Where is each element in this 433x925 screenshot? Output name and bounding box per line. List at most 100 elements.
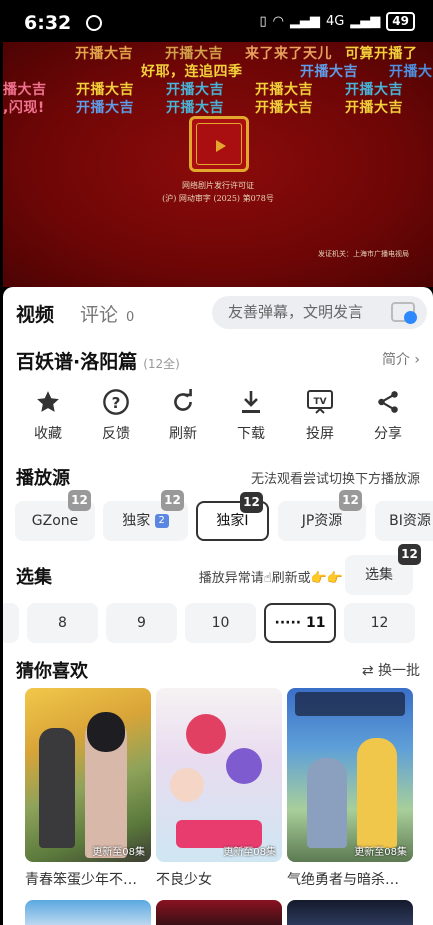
episode-list-label: 选集 bbox=[365, 567, 393, 583]
card-title: 不良少女 bbox=[156, 872, 212, 888]
intro-link[interactable]: 简介 › bbox=[382, 349, 420, 369]
source-chip[interactable]: GZone 12 bbox=[15, 490, 95, 541]
danmaku-comment: 开播大吉 bbox=[389, 64, 433, 80]
source-label: 独家 bbox=[122, 513, 151, 529]
danmaku-comment: 开播大吉 bbox=[165, 46, 223, 62]
episodes-note: 播放异常请☝刷新或👉👉 bbox=[198, 571, 343, 586]
download-label: 下载 bbox=[237, 426, 265, 442]
video-player[interactable]: 开播大吉 开播大吉 来了来了天儿 可算开播了 好耶，连追四季 开播大吉 开播大吉… bbox=[3, 42, 433, 287]
wifi-icon: ◠ bbox=[272, 14, 284, 29]
danmaku-comment: ,闪现! bbox=[3, 100, 45, 116]
refresh-batch-button[interactable]: ⇄ 换一批 bbox=[362, 660, 420, 680]
danmaku-comment: 开播大吉 bbox=[255, 82, 313, 98]
signal-icon: ▂▄▆ bbox=[289, 14, 320, 29]
tab-comment[interactable]: 评论 bbox=[80, 300, 118, 327]
check-icon bbox=[404, 311, 417, 324]
source-badge: 12 bbox=[68, 490, 91, 511]
source-label: JP资源 bbox=[301, 513, 343, 529]
refresh-button[interactable]: 刷新 bbox=[153, 385, 213, 443]
status-time: 6:32 bbox=[24, 12, 72, 34]
recommend-card[interactable]: 更新至08集 不良少女 bbox=[156, 688, 282, 889]
episode-chip[interactable]: 9 bbox=[106, 603, 177, 643]
star-icon bbox=[18, 385, 78, 419]
danmaku-comment: 播大吉 bbox=[3, 82, 47, 98]
danmaku-comment: 开播大吉 bbox=[75, 46, 133, 62]
share-label: 分享 bbox=[374, 426, 402, 442]
danmaku-input[interactable]: 友善弹幕，文明发言 bbox=[212, 296, 427, 329]
episode-chip[interactable]: 8 bbox=[27, 603, 98, 643]
sources-heading: 播放源 bbox=[16, 468, 70, 489]
comment-count: 0 bbox=[126, 310, 135, 325]
danmaku-comment: 开播大吉 bbox=[345, 100, 403, 116]
episodes-heading: 选集 bbox=[16, 567, 52, 588]
vibrate-icon: ▯ bbox=[259, 14, 267, 29]
update-status: 更新至08集 bbox=[354, 847, 407, 858]
danmaku-comment: 开播大吉 bbox=[76, 82, 134, 98]
poster-image[interactable] bbox=[25, 900, 151, 925]
refresh-batch-label: 换一批 bbox=[378, 663, 420, 679]
episode-list-button[interactable]: 选集 12 bbox=[345, 544, 421, 595]
danmaku-comment: 来了来了天儿 bbox=[245, 46, 332, 62]
danmaku-toggle-icon[interactable] bbox=[391, 302, 417, 324]
source-badge: 12 bbox=[161, 490, 184, 511]
recommend-heading: 猜你喜欢 bbox=[16, 661, 88, 682]
cast-label: 投屏 bbox=[306, 426, 334, 442]
tab-bar: 视频 评论 0 bbox=[16, 300, 134, 327]
action-bar: 收藏 ? 反馈 刷新 下载 TV 投屏 分享 bbox=[3, 385, 433, 445]
cast-tv-icon: TV bbox=[290, 385, 350, 419]
danmaku-comment: 好耶，连追四季 bbox=[141, 64, 243, 80]
svg-text:?: ? bbox=[112, 394, 121, 412]
svg-text:TV: TV bbox=[313, 397, 326, 407]
battery-icon: 49 bbox=[386, 12, 415, 31]
source-mini-badge: 2 bbox=[154, 514, 169, 528]
license-title: 网络剧片发行许可证 bbox=[182, 181, 254, 190]
poster-image: 更新至08集 bbox=[287, 688, 413, 862]
episode-chip[interactable] bbox=[3, 603, 19, 643]
recommend-card[interactable]: 更新至08集 气绝勇者与暗杀… bbox=[287, 688, 413, 889]
recommend-card[interactable]: 更新至08集 青春笨蛋少年不… bbox=[25, 688, 151, 889]
play-icon bbox=[216, 140, 226, 152]
poster-image[interactable] bbox=[156, 900, 282, 925]
poster-image[interactable] bbox=[287, 900, 413, 925]
source-label: 独家I bbox=[216, 513, 249, 529]
status-bar: 6:32 ▯ ◠ ▂▄▆ 4G ▂▄▆ 49 bbox=[0, 0, 433, 42]
show-title-row: 百妖谱·洛阳篇 (12全) 简介 › bbox=[16, 347, 420, 374]
license-issuer: 发证机关：上海市广播电视局 bbox=[318, 250, 409, 258]
favorite-button[interactable]: 收藏 bbox=[18, 385, 78, 443]
danmaku-comment: 开播大吉 bbox=[166, 100, 224, 116]
episode-chip-selected[interactable]: ····· 11 bbox=[264, 603, 336, 643]
source-label: GZone bbox=[31, 513, 79, 529]
episode-count: (12全) bbox=[143, 357, 180, 371]
feedback-button[interactable]: ? 反馈 bbox=[86, 385, 146, 443]
danmaku-comment: 开播大吉 bbox=[255, 100, 313, 116]
sources-note: 无法观看尝试切换下方播放源 bbox=[250, 472, 420, 487]
source-chip[interactable]: JP资源 12 bbox=[278, 490, 366, 541]
status-icons: ▯ ◠ ▂▄▆ 4G ▂▄▆ 49 bbox=[259, 12, 415, 31]
show-title: 百妖谱·洛阳篇 bbox=[16, 351, 138, 373]
refresh-icon bbox=[153, 385, 213, 419]
content-panel: 视频 评论 0 友善弹幕，文明发言 百妖谱·洛阳篇 (12全) 简介 › 收藏 … bbox=[3, 287, 433, 925]
danmaku-comment: 开播大吉 bbox=[345, 82, 403, 98]
danmaku-comment: 可算开播了 bbox=[345, 46, 418, 62]
tab-video[interactable]: 视频 bbox=[16, 300, 54, 327]
share-button[interactable]: 分享 bbox=[358, 385, 418, 443]
cast-button[interactable]: TV 投屏 bbox=[290, 385, 350, 443]
source-label: BI资源 bbox=[389, 513, 431, 529]
download-button[interactable]: 下载 bbox=[221, 385, 281, 443]
card-title: 青春笨蛋少年不… bbox=[25, 872, 137, 888]
source-chip[interactable]: 独家 2 12 bbox=[103, 490, 188, 541]
favorite-label: 收藏 bbox=[34, 426, 62, 442]
source-chip[interactable]: BI资源 bbox=[375, 501, 433, 541]
share-icon bbox=[358, 385, 418, 419]
source-chip-selected[interactable]: 独家I 12 bbox=[196, 492, 269, 541]
license-number: (沪) 网动审字 (2025) 第078号 bbox=[162, 194, 274, 203]
question-icon: ? bbox=[86, 385, 146, 419]
episode-chip[interactable]: 12 bbox=[344, 603, 415, 643]
episode-chip[interactable]: 10 bbox=[185, 603, 256, 643]
source-badge: 12 bbox=[339, 490, 362, 511]
card-title: 气绝勇者与暗杀… bbox=[287, 872, 399, 888]
download-icon bbox=[221, 385, 281, 419]
refresh-label: 刷新 bbox=[169, 426, 197, 442]
danmaku-input-placeholder: 友善弹幕，文明发言 bbox=[228, 303, 364, 321]
poster-image: 更新至08集 bbox=[25, 688, 151, 862]
